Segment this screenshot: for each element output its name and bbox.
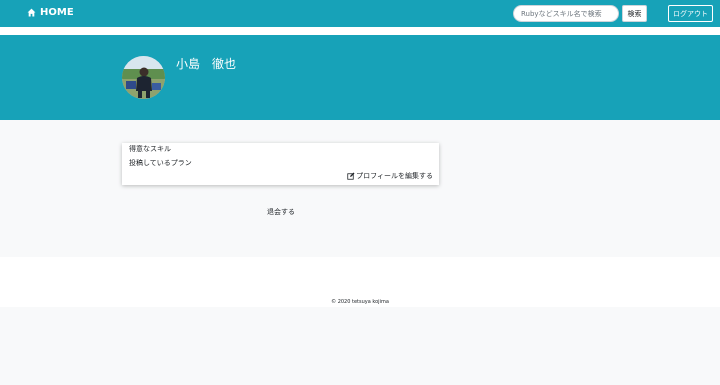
avatar: [122, 56, 165, 99]
logout-button[interactable]: ログアウト: [668, 5, 713, 22]
home-label: HOME: [40, 7, 74, 18]
home-link[interactable]: HOME: [27, 7, 74, 18]
profile-card: 得意なスキル 投稿しているプラン プロフィールを編集する: [122, 143, 439, 185]
navbar: HOME 検索 ログアウト: [0, 0, 720, 27]
copyright: © 2020 tetsuya kojima: [331, 299, 389, 305]
withdraw-link[interactable]: 退会する: [267, 207, 295, 217]
plans-heading: 投稿しているプラン: [129, 159, 192, 167]
search-input[interactable]: [513, 5, 619, 22]
search-button[interactable]: 検索: [622, 5, 647, 22]
navbar-spacer: [0, 27, 720, 35]
edit-profile-link[interactable]: プロフィールを編集する: [347, 171, 433, 181]
home-icon: [27, 8, 36, 17]
avatar-photo: [122, 56, 165, 99]
user-name: 小島 徹也: [176, 57, 237, 71]
footer: © 2020 tetsuya kojima: [0, 257, 720, 307]
edit-profile-label: プロフィールを編集する: [356, 172, 433, 180]
edit-icon: [347, 172, 355, 180]
skills-heading: 得意なスキル: [129, 145, 171, 153]
profile-banner: 小島 徹也: [0, 35, 720, 120]
